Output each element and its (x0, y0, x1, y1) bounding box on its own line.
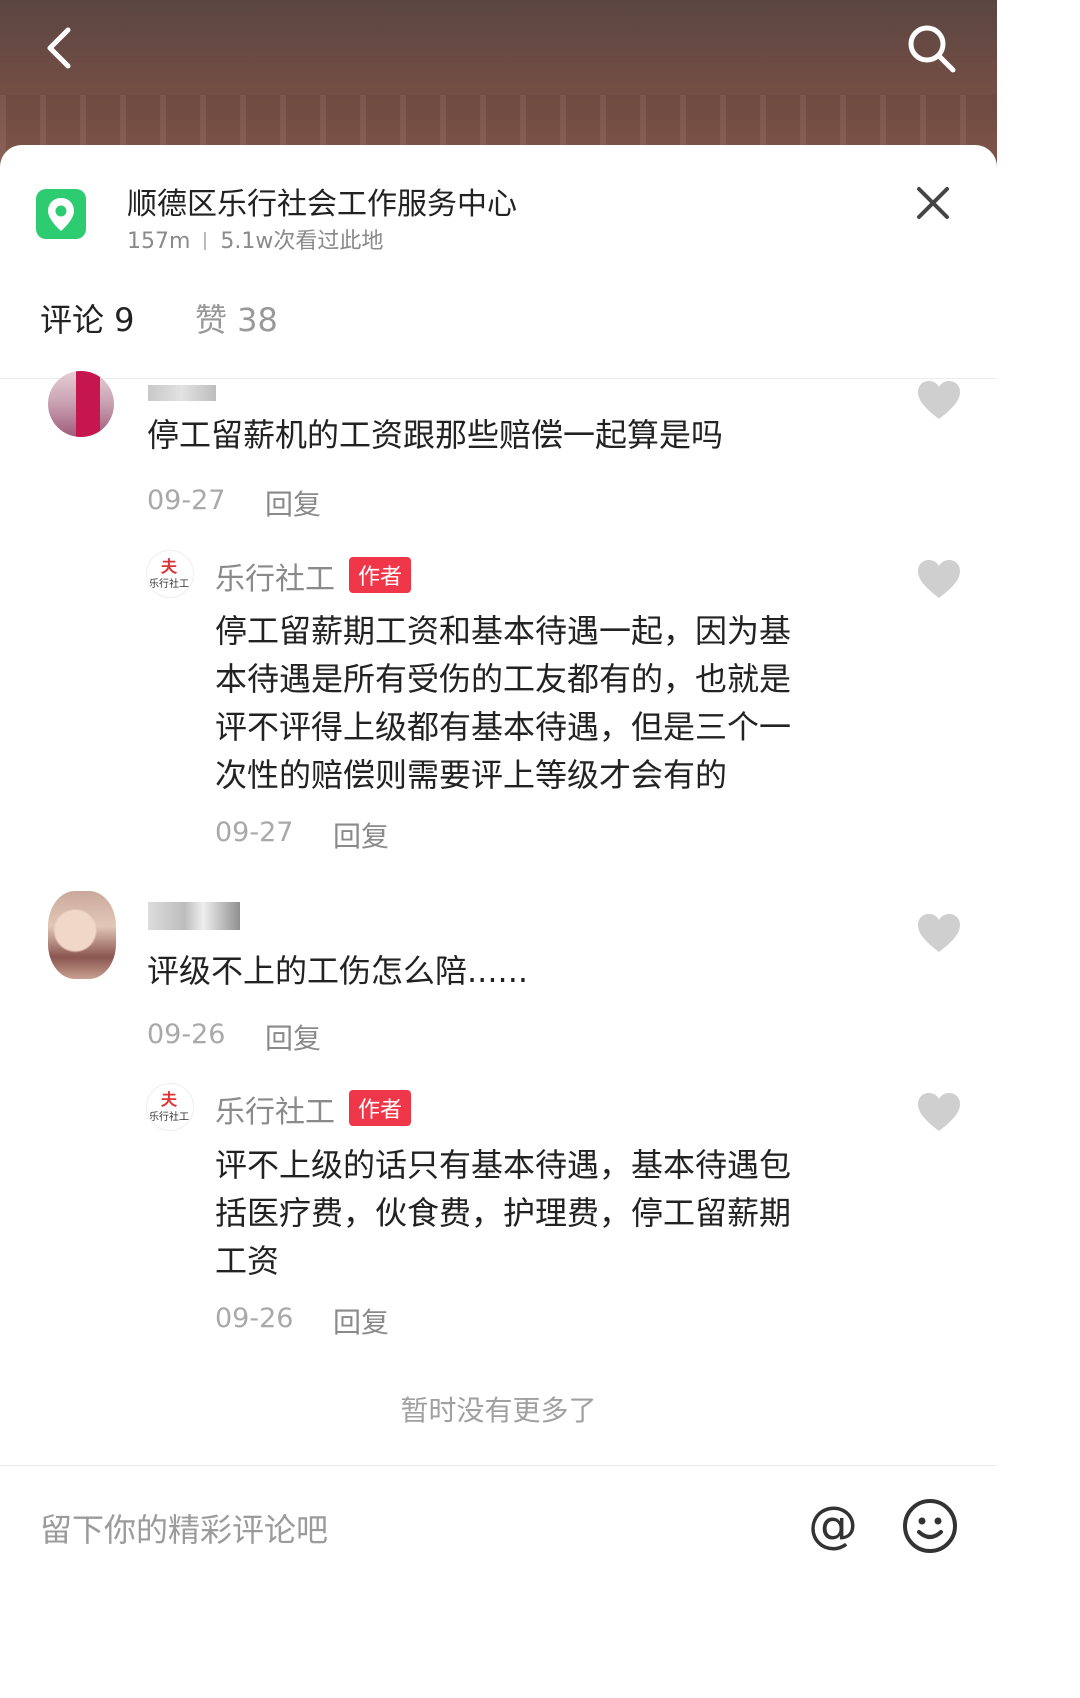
comment-date: 09-26 (147, 1019, 226, 1050)
back-icon[interactable] (32, 18, 92, 78)
reply-text-line: 本待遇是所有受伤的工友都有的，也就是 (215, 660, 792, 698)
emoji-icon[interactable] (900, 1496, 960, 1556)
tab-comments[interactable]: 评论 9 (40, 295, 135, 341)
location-views: 5.1w次看过此地 (220, 229, 384, 254)
comments-sheet: 顺德区乐行社会工作服务中心 157m 5.1w次看过此地 评论 9 赞 38 停工… (0, 145, 997, 1568)
comment-text: 停工留薪机的工资跟那些赔偿一起算是吗 (147, 416, 724, 454)
heart-icon[interactable] (916, 912, 962, 954)
reply-text: 评不上级的话只有基本待遇，基本待遇包 括医疗费，伙食费，护理费，停工留薪期 工资 (215, 1141, 791, 1285)
author-logo-mark: 夫 (161, 1090, 178, 1109)
reply-button[interactable]: 回复 (333, 815, 389, 855)
author-logo-text: 乐行社工 (149, 579, 189, 590)
reply-text-line: 次性的赔偿则需要评上等级才会有的 (215, 756, 728, 794)
reply-author[interactable]: 乐行社工 (215, 554, 335, 598)
reply-button[interactable]: 回复 (265, 483, 321, 523)
author-avatar[interactable]: 夫 乐行社工 (146, 1083, 194, 1131)
reply-text-line: 评不评得上级都有基本待遇，但是三个一 (215, 708, 792, 746)
username-blurred[interactable] (148, 385, 216, 401)
comment-text: 评级不上的工伤怎么陪...... (147, 952, 529, 990)
author-badge: 作者 (349, 1090, 412, 1126)
close-icon[interactable] (913, 183, 953, 223)
comment-input-bar: 留下你的精彩评论吧 @ (0, 1465, 997, 1569)
reply-date: 09-26 (215, 1303, 294, 1334)
reply-button[interactable]: 回复 (265, 1017, 321, 1057)
reply-button[interactable]: 回复 (333, 1301, 389, 1341)
author-avatar[interactable]: 夫 乐行社工 (146, 550, 194, 598)
author-badge: 作者 (349, 557, 412, 593)
reply-text-line: 工资 (215, 1242, 280, 1280)
tab-likes[interactable]: 赞 38 (195, 295, 278, 341)
location-distance: 157m (127, 229, 191, 254)
reply-author[interactable]: 乐行社工 (215, 1087, 335, 1131)
username-blurred[interactable] (148, 902, 240, 930)
comment-input[interactable]: 留下你的精彩评论吧 (40, 1505, 328, 1551)
location-subtitle: 157m 5.1w次看过此地 (127, 223, 383, 255)
author-logo-text: 乐行社工 (149, 1112, 189, 1123)
avatar[interactable] (48, 891, 116, 979)
separator (204, 232, 207, 250)
heart-icon[interactable] (916, 379, 962, 421)
reply-text-line: 停工留薪期工资和基本待遇一起，因为基 (215, 612, 792, 650)
search-icon[interactable] (901, 18, 961, 78)
no-more-note: 暂时没有更多了 (400, 1394, 597, 1427)
author-logo-mark: 夫 (161, 557, 178, 576)
reply-text-line: 括医疗费，伙食费，护理费，停工留薪期 (215, 1194, 792, 1232)
reply-text: 停工留薪期工资和基本待遇一起，因为基 本待遇是所有受伤的工友都有的，也就是 评不… (215, 607, 791, 799)
divider (0, 378, 997, 379)
at-icon[interactable]: @ (803, 1496, 863, 1556)
reply-text-line: 评不上级的话只有基本待遇，基本待遇包 (215, 1146, 792, 1184)
reply-date: 09-27 (215, 817, 294, 848)
location-title[interactable]: 顺德区乐行社会工作服务中心 (127, 179, 517, 223)
comment-date: 09-27 (147, 485, 226, 516)
heart-icon[interactable] (916, 558, 962, 600)
location-pin-icon (36, 189, 86, 239)
avatar[interactable] (48, 371, 114, 437)
svg-text:@: @ (808, 1496, 858, 1554)
heart-icon[interactable] (916, 1091, 962, 1133)
